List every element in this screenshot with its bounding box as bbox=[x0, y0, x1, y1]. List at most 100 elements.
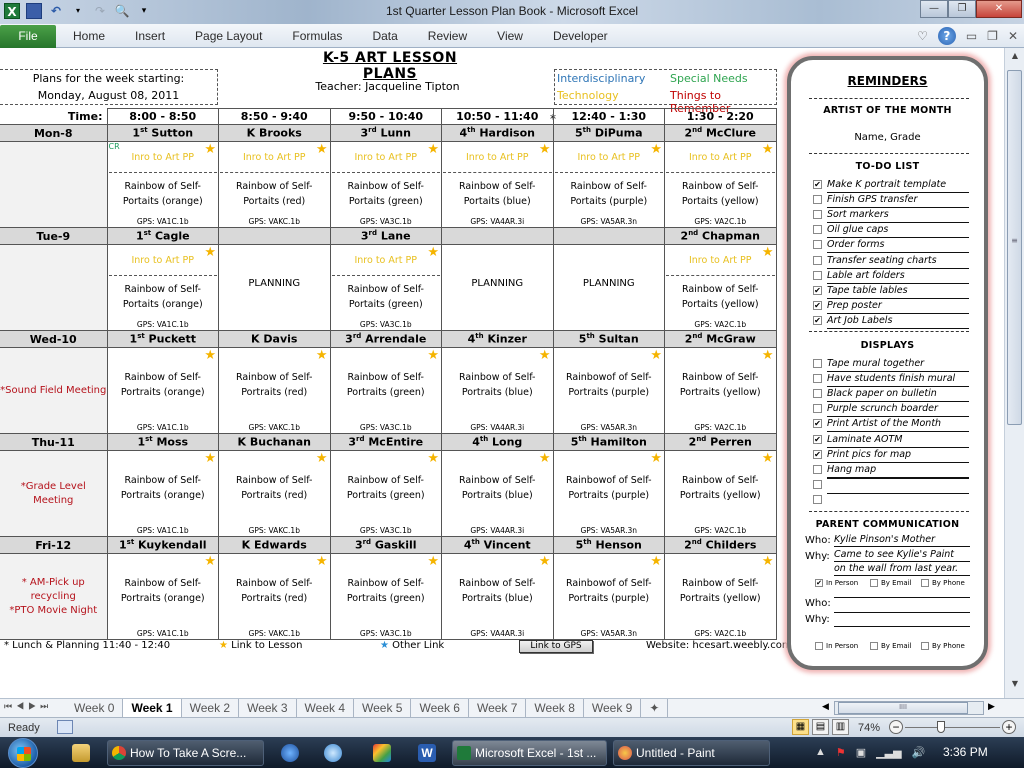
lesson-cell[interactable]: ★ Rainbowof of Self- Portraits (purple) GPS… bbox=[552, 553, 665, 640]
todo-item-text[interactable]: Sort markers bbox=[827, 208, 969, 224]
displays-item-text[interactable]: Hang map bbox=[827, 463, 969, 478]
sheet-tab[interactable]: Week 6 bbox=[411, 699, 469, 717]
displays-item-text[interactable]: Laminate AOTM bbox=[827, 433, 969, 448]
checkbox[interactable] bbox=[813, 255, 822, 265]
link-to-lesson-star-icon[interactable]: ★ bbox=[204, 246, 216, 261]
lesson-cell[interactable]: ★ Rainbow of Self- Portraits (green) GPS: V… bbox=[329, 553, 442, 640]
link-to-lesson-star-icon[interactable]: ★ bbox=[762, 143, 774, 158]
workbook-restore-icon[interactable]: ❐ bbox=[987, 29, 998, 43]
help-icon[interactable]: ? bbox=[937, 27, 956, 45]
checkbox[interactable] bbox=[813, 464, 822, 474]
checkbox[interactable] bbox=[921, 579, 929, 587]
lesson-cell[interactable]: ★ Rainbow of Self- Portraits (blue) GPS: VA… bbox=[441, 553, 554, 640]
page-layout-view-icon[interactable]: ▤ bbox=[812, 719, 829, 735]
lesson-cell[interactable]: ★ Rainbowof of Self- Portraits (purple) GPS… bbox=[552, 347, 665, 434]
normal-view-icon[interactable]: ▦ bbox=[792, 719, 809, 735]
tab-formulas[interactable]: Formulas bbox=[277, 24, 357, 48]
checkbox[interactable]: ✔ bbox=[813, 315, 822, 325]
link-to-lesson-star-icon[interactable]: ★ bbox=[650, 143, 662, 158]
lesson-cell[interactable]: ★ Inro to Art PP Rainbow of Self- Portaits … bbox=[329, 244, 442, 331]
vertical-scroll-thumb[interactable]: ≡ bbox=[1007, 70, 1022, 425]
lesson-cell[interactable]: ★ Rainbow of Self- Portraits (orange) GPS: … bbox=[106, 450, 219, 537]
lesson-cell[interactable]: ★ CR Inro to Art PP Rainbow of Self- Portait… bbox=[106, 141, 219, 228]
by-email-option[interactable]: By Email bbox=[870, 579, 912, 587]
tab-insert[interactable]: Insert bbox=[120, 24, 180, 48]
link-to-lesson-star-icon[interactable]: ★ bbox=[316, 143, 328, 158]
zoom-slider-thumb[interactable] bbox=[937, 721, 945, 733]
lesson-cell[interactable]: ★ Rainbow of Self- Portraits (yellow) GPS: … bbox=[664, 553, 777, 640]
who-value[interactable] bbox=[834, 597, 970, 598]
scroll-right-icon[interactable]: ▶ bbox=[988, 701, 995, 712]
todo-item-text[interactable]: Oil glue caps bbox=[827, 223, 969, 239]
checkbox[interactable] bbox=[813, 404, 822, 414]
checkbox[interactable] bbox=[813, 359, 822, 368]
app-icon-2[interactable] bbox=[324, 744, 342, 762]
checkbox[interactable]: ✔ bbox=[813, 180, 822, 189]
checkbox[interactable]: ✔ bbox=[813, 300, 822, 310]
tab-review[interactable]: Review bbox=[413, 24, 482, 48]
displays-item-text[interactable] bbox=[827, 492, 969, 494]
taskbar-item-paint[interactable]: Untitled - Paint bbox=[613, 740, 770, 766]
link-to-lesson-star-icon[interactable]: ★ bbox=[427, 452, 439, 467]
sheet-tab[interactable]: Week 0 bbox=[66, 699, 124, 717]
todo-item-text[interactable]: Finish GPS transfer bbox=[827, 193, 969, 209]
link-to-lesson-star-icon[interactable]: ★ bbox=[762, 555, 774, 570]
checkbox[interactable]: ✔ bbox=[813, 449, 822, 459]
vertical-scrollbar[interactable]: ▲ ≡ ▼ bbox=[1004, 48, 1024, 698]
checkbox[interactable] bbox=[813, 270, 822, 280]
lesson-cell[interactable]: ★ Inro to Art PP Rainbow of Self- Portaits … bbox=[664, 244, 777, 331]
lesson-cell[interactable]: ★ Rainbow of Self- Portraits (green) GPS: V… bbox=[329, 450, 442, 537]
scroll-left-icon[interactable]: ◀ bbox=[822, 701, 829, 712]
todo-item-text[interactable]: Prep poster bbox=[827, 299, 969, 314]
sheet-tab[interactable]: Week 8 bbox=[526, 699, 584, 717]
link-to-lesson-star-icon[interactable]: ★ bbox=[204, 143, 216, 158]
file-tab[interactable]: File bbox=[0, 25, 56, 48]
displays-item-text[interactable]: Print pics for map bbox=[827, 448, 969, 463]
scroll-down-icon[interactable]: ▼ bbox=[1005, 679, 1024, 695]
lesson-cell[interactable]: ★ Rainbow of Self- Portraits (orange) GPS: … bbox=[106, 347, 219, 434]
displays-item-text[interactable]: Have students finish mural bbox=[827, 372, 969, 388]
link-to-lesson-star-icon[interactable]: ★ bbox=[650, 555, 662, 570]
minimize-button[interactable]: — bbox=[920, 0, 948, 18]
horizontal-scroll-thumb[interactable]: IIII bbox=[838, 702, 968, 714]
checkbox[interactable]: ✔ bbox=[813, 434, 822, 444]
checkbox[interactable]: ✔ bbox=[815, 579, 823, 587]
sheet-nav-arrows[interactable]: ⏮◀▶⏭ bbox=[4, 701, 52, 712]
lesson-cell[interactable]: ★ Inro to Art PP Rainbow of Self- Portaits … bbox=[664, 141, 777, 228]
lesson-cell[interactable]: ★ Rainbow of Self- Portraits (red) GPS: VAK… bbox=[218, 553, 331, 640]
taskbar-item-chrome[interactable]: How To Take A Scre... bbox=[107, 740, 264, 766]
sheet-tab[interactable]: Week 3 bbox=[239, 699, 297, 717]
why-value[interactable]: Came to see Kylie's Paint bbox=[834, 549, 970, 562]
macro-record-icon[interactable] bbox=[57, 720, 73, 734]
link-to-lesson-star-icon[interactable]: ★ bbox=[204, 349, 216, 364]
sheet-tab[interactable]: Week 2 bbox=[182, 699, 240, 717]
todo-item-text[interactable]: Art Job Labels bbox=[827, 314, 969, 329]
lesson-cell[interactable]: ★ Rainbow of Self- Portraits (green) GPS: V… bbox=[329, 347, 442, 434]
checkbox[interactable] bbox=[870, 579, 878, 587]
lesson-cell[interactable]: ★ Rainbow of Self- Portraits (red) GPS: VAK… bbox=[218, 347, 331, 434]
lesson-cell[interactable]: ★ Rainbow of Self- Portraits (yellow) GPS: … bbox=[664, 347, 777, 434]
app-icon-1[interactable] bbox=[281, 744, 299, 762]
displays-item-text[interactable]: Print Artist of the Month bbox=[827, 417, 969, 433]
sheet-tab[interactable]: Week 7 bbox=[469, 699, 527, 717]
displays-item-text[interactable]: Tape mural together bbox=[827, 357, 969, 372]
link-to-lesson-star-icon[interactable]: ★ bbox=[539, 349, 551, 364]
clock[interactable]: 3:36 PM bbox=[943, 745, 988, 759]
why-value[interactable] bbox=[834, 612, 970, 613]
in-person-option[interactable]: In Person bbox=[815, 642, 858, 650]
scroll-up-icon[interactable]: ▲ bbox=[1005, 51, 1024, 67]
close-button[interactable]: ✕ bbox=[976, 0, 1022, 18]
lesson-cell[interactable]: ★ Inro to Art PP Rainbow of Self- Portaits … bbox=[218, 141, 331, 228]
sheet-tab[interactable]: Week 4 bbox=[297, 699, 355, 717]
app-icon-3[interactable] bbox=[373, 744, 391, 762]
lesson-cell[interactable]: ★ Inro to Art PP Rainbow of Self- Portaits … bbox=[329, 141, 442, 228]
lesson-cell[interactable]: ★ Rainbow of Self- Portraits (blue) GPS: VA… bbox=[441, 347, 554, 434]
taskbar-item-excel[interactable]: Microsoft Excel - 1st ... bbox=[452, 740, 607, 766]
checkbox[interactable] bbox=[813, 240, 822, 250]
link-to-lesson-star-icon[interactable]: ★ bbox=[762, 349, 774, 364]
checkbox[interactable] bbox=[813, 225, 822, 235]
lesson-cell[interactable]: PLANNING bbox=[218, 244, 331, 331]
word-icon[interactable]: W bbox=[418, 744, 436, 762]
sheet-tab[interactable]: Week 9 bbox=[584, 699, 642, 717]
zoom-in-button[interactable]: + bbox=[1002, 720, 1016, 734]
